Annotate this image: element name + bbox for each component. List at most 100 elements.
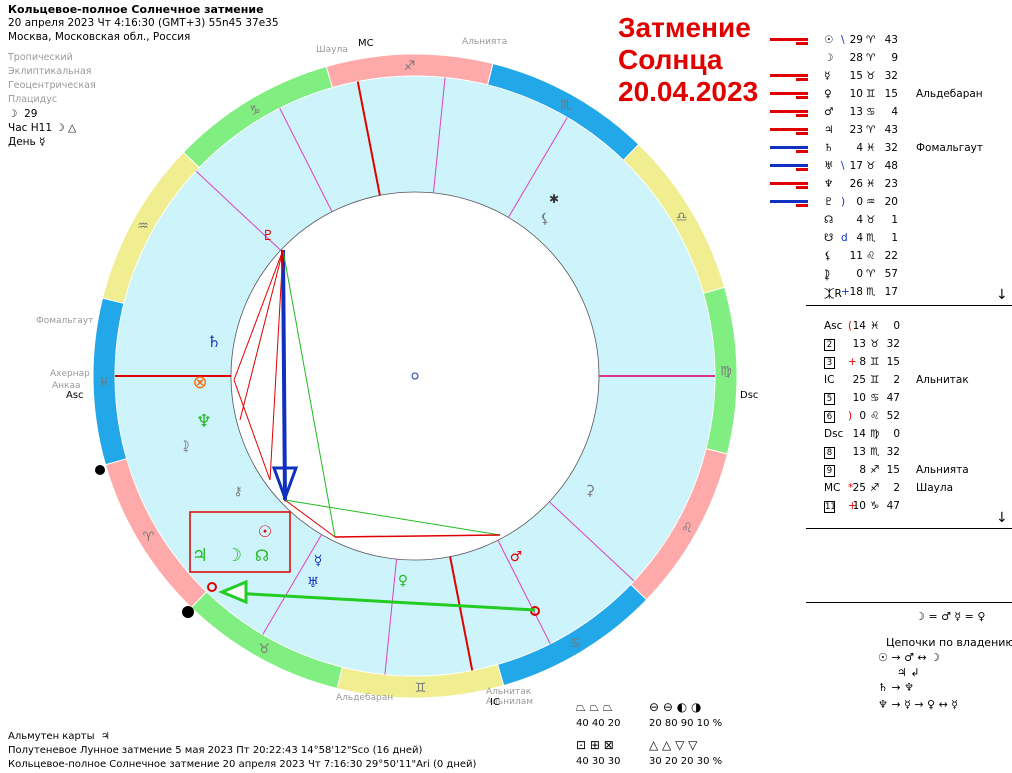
cross-icons: ⏢ ⏢ ⏢ (576, 700, 613, 714)
planet-row[interactable]: ♂ 13 ♋ 4 (770, 106, 1010, 122)
planet-symbol: ⯰R (824, 288, 842, 300)
planet-row[interactable]: ♇ ) 0 ♒ 20 (770, 196, 1010, 212)
quality-icons: ⊡ ⊞ ⊠ (576, 738, 614, 752)
planet-row[interactable]: ⯰R + 18 ♏ 17 (770, 286, 1010, 302)
planet-row[interactable]: ☽ 28 ♈ 9 (770, 52, 1010, 68)
planet-sep: \ (841, 160, 845, 172)
house-sign: ♑ (870, 500, 880, 512)
planet-row[interactable]: ☊ 4 ♉ 1 (770, 214, 1010, 230)
planet-symbol: ♂ (824, 106, 834, 118)
fortune-glyph: ⊗ (192, 372, 207, 393)
house-degree: 10 (852, 392, 866, 404)
lunar-eclipse-info: Полутеневое Лунное затмение 5 мая 2023 П… (8, 745, 423, 756)
house-degree: 0 (859, 410, 866, 422)
solar-eclipse-info: Кольцевое-полное Солнечное затмение 20 а… (8, 759, 477, 770)
pluto-glyph: ♇ (262, 228, 275, 244)
planet-row[interactable]: ♃ 23 ♈ 43 (770, 124, 1010, 140)
house-row[interactable]: 8 13 ♏ 32 (824, 446, 1010, 462)
almuten: Альмутен карты ♃ (8, 731, 110, 742)
planet-minute: 22 (884, 250, 898, 262)
chain-2: ♃ ↲ (897, 666, 920, 679)
house-row[interactable]: IC 25 ♊ 2 Альнитак (824, 374, 1010, 390)
house-row[interactable]: 5 10 ♋ 47 (824, 392, 1010, 408)
scroll-down-icon[interactable]: ↓ (996, 510, 1008, 526)
house-minute: 32 (886, 338, 900, 350)
planet-minute: 17 (884, 286, 898, 298)
house-minute: 2 (893, 374, 900, 386)
planet-symbol: ⚸ (824, 250, 832, 262)
planet-sign: ♌ (866, 250, 876, 262)
scroll-down-icon[interactable]: ↓ (996, 287, 1008, 303)
house-minute: 2 (893, 482, 900, 494)
planet-row[interactable]: ☉ \ 29 ♈ 43 (770, 34, 1010, 50)
marker-dot (182, 606, 194, 618)
planet-minute: 32 (884, 70, 898, 82)
planet-minute: 57 (884, 268, 898, 280)
house-label: 3 (824, 356, 835, 369)
planet-symbol: ♀ (824, 88, 832, 100)
star-label-fomalhaut: Фомальгаут (36, 316, 93, 326)
house-star: Шаула (916, 482, 954, 494)
star-label-alniyat: Альнията (462, 37, 507, 47)
house-sign: ♋ (870, 392, 880, 404)
zodiac-sign-glyph: ♊ (415, 681, 427, 696)
house-degree: 25 (852, 374, 866, 386)
planet-row[interactable]: ⚸ 11 ♌ 22 (770, 250, 1010, 266)
chiron-glyph: ⚷ (234, 484, 243, 498)
mercury-glyph: ☿ (314, 553, 323, 569)
planet-row[interactable]: ☋ d 4 ♏ 1 (770, 232, 1010, 248)
planet-symbol: ♆ (824, 178, 834, 190)
house-degree: 8 (859, 464, 866, 476)
planet-degree: 4 (856, 214, 863, 226)
planet-sep: \ (841, 34, 845, 46)
jupiter-glyph: ♃ (192, 545, 208, 566)
house-row[interactable]: 9 8 ♐ 15 Альнията (824, 464, 1010, 480)
planet-sign: ♒ (866, 196, 876, 208)
planet-symbol: ♅ (824, 160, 834, 172)
house-row[interactable]: 11 + 10 ♑ 47 (824, 500, 1010, 516)
zodiac-sign-glyph: ♎ (676, 210, 688, 225)
house-row[interactable]: Asc ( 14 ♓ 0 (824, 320, 1010, 336)
planet-row[interactable]: ♅ \ 17 ♉ 48 (770, 160, 1010, 176)
house-label: 2 (824, 338, 835, 351)
chain-3: ♄ → ♆ (878, 681, 914, 694)
planet-minute: 43 (884, 34, 898, 46)
house-row[interactable]: 3 + 8 ♊ 15 (824, 356, 1010, 372)
house-row[interactable]: 2 13 ♉ 32 (824, 338, 1010, 354)
house-label: Asc (824, 320, 843, 332)
saturn-glyph: ♄ (207, 332, 221, 351)
house-row[interactable]: Dsc 14 ♍ 0 (824, 428, 1010, 444)
planet-row[interactable]: ⯝ 0 ♈ 57 (770, 268, 1010, 284)
ceres-glyph: ⚳ (585, 483, 595, 499)
house-row[interactable]: 6 ) 0 ♌ 52 (824, 410, 1010, 426)
planet-degree: 18 (849, 286, 863, 298)
house-label: IC (824, 374, 835, 386)
planet-row[interactable]: ♆ 26 ♓ 23 (770, 178, 1010, 194)
dsc-label: Dsc (740, 390, 758, 401)
planet-degree: 23 (849, 124, 863, 136)
marker-dot (95, 465, 105, 475)
planet-sign: ♋ (866, 106, 876, 118)
sun-glyph: ☉ (258, 522, 272, 541)
house-row[interactable]: MC * 25 ♐ 2 Шаула (824, 482, 1010, 498)
house-minute: 15 (886, 464, 900, 476)
planet-row[interactable]: ☿ 15 ♉ 32 (770, 70, 1010, 86)
planet-degree: 11 (849, 250, 863, 262)
house-star: Альнитак (916, 374, 969, 386)
planet-sign: ♈ (866, 34, 876, 46)
eris-glyph: ⯝ (182, 439, 189, 454)
planet-degree: 13 (849, 106, 863, 118)
house-sign: ♐ (870, 482, 880, 494)
planet-symbol: ☋ (824, 232, 834, 244)
planet-row[interactable]: ♄ 4 ♓ 32 Фомальгаут (770, 142, 1010, 158)
house-degree: 14 (852, 320, 866, 332)
zodiac-sign-glyph: ♍ (720, 365, 732, 380)
house-degree: 13 (852, 338, 866, 350)
planet-sep: ) (841, 196, 846, 208)
zodiac-sign-glyph: ♓ (98, 375, 110, 390)
house-degree: 25 (852, 482, 866, 494)
planet-minute: 15 (884, 88, 898, 100)
planet-row[interactable]: ♀ 10 ♊ 15 Альдебаран (770, 88, 1010, 104)
planet-minute: 48 (884, 160, 898, 172)
cross-values: 40 40 20 (576, 718, 621, 729)
